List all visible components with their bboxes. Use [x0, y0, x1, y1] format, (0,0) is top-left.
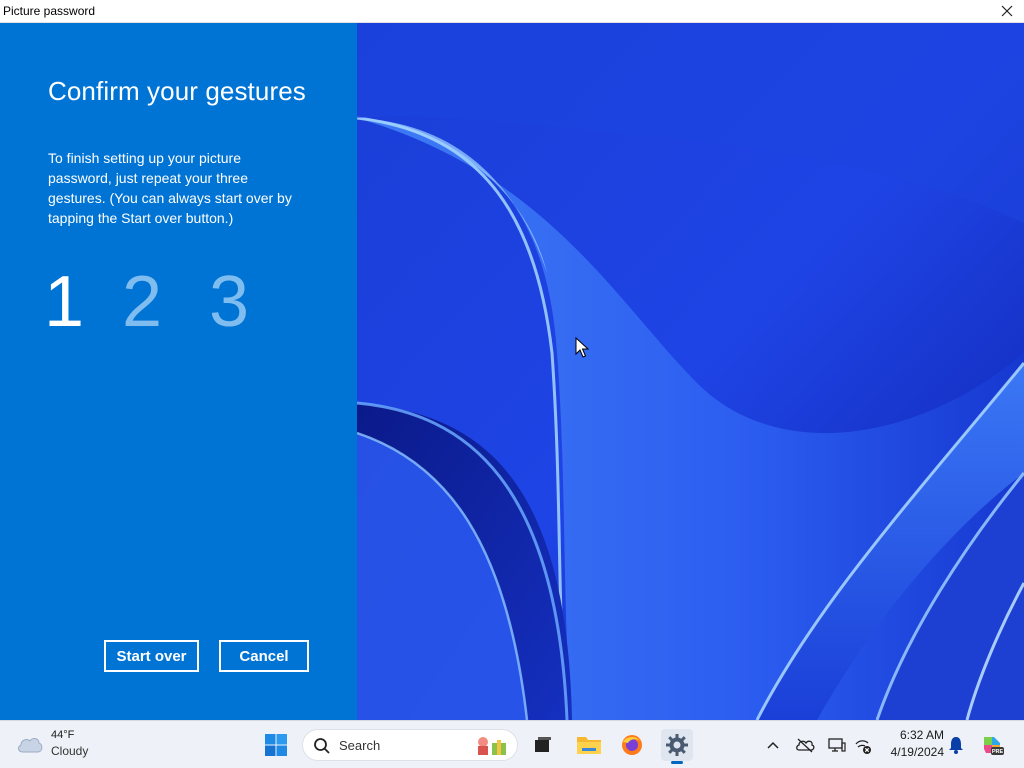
- search-icon: [314, 738, 330, 754]
- clock-time: 6:32 AM: [899, 728, 944, 742]
- gesture-number-1: 1: [44, 262, 85, 342]
- instructions-text: To finish setting up your picture passwo…: [48, 150, 292, 226]
- copilot-icon[interactable]: PRE: [980, 733, 1004, 757]
- wallpaper-image: [357, 23, 1024, 720]
- onedrive-offline-icon[interactable]: [795, 735, 815, 755]
- firefox-button[interactable]: [616, 729, 648, 761]
- folder-icon: [577, 737, 601, 754]
- search-highlight-icon: [478, 737, 506, 755]
- gear-icon: [666, 734, 688, 756]
- close-icon[interactable]: [998, 2, 1016, 20]
- clock-date: 4/19/2024: [890, 745, 944, 759]
- cloud-icon: [18, 738, 43, 753]
- network-disconnected-icon[interactable]: [853, 735, 873, 755]
- notification-bell-icon[interactable]: [946, 735, 966, 755]
- gesture-picture[interactable]: [357, 23, 1024, 720]
- search-placeholder: Search: [339, 738, 381, 753]
- firefox-icon: [622, 735, 642, 755]
- display-icon[interactable]: [827, 735, 847, 755]
- system-clock[interactable]: 6:32 AM 4/19/2024: [880, 727, 944, 761]
- file-explorer-button[interactable]: [573, 729, 605, 761]
- instruction-panel: Confirm your gestures To finish setting …: [0, 23, 357, 720]
- taskbar: 44°F Cloudy Search 6:32 AM 4/19/2024 PRE: [0, 720, 1024, 768]
- settings-button[interactable]: [661, 729, 693, 764]
- windows-icon: [265, 734, 287, 756]
- gesture-number-3: 3: [209, 262, 250, 342]
- weather-temperature: 44°F: [51, 729, 75, 741]
- gesture-number-2: 2: [122, 262, 163, 342]
- cancel-button[interactable]: Cancel: [219, 640, 309, 672]
- svg-text:PRE: PRE: [992, 749, 1004, 755]
- start-over-button[interactable]: Start over: [104, 640, 199, 672]
- start-button[interactable]: [260, 729, 292, 761]
- title-bar: Picture password: [0, 0, 1024, 23]
- mouse-cursor-icon: [575, 337, 589, 358]
- task-view-button[interactable]: [527, 729, 559, 761]
- active-app-indicator: [671, 761, 683, 764]
- taskbar-search[interactable]: Search: [302, 729, 518, 761]
- page-title: Confirm your gestures: [48, 76, 306, 106]
- window-title: Picture password: [3, 4, 96, 18]
- task-view-icon: [535, 737, 551, 752]
- weather-condition: Cloudy: [51, 744, 89, 758]
- chevron-up-icon[interactable]: [763, 735, 783, 755]
- weather-widget[interactable]: 44°F Cloudy: [16, 727, 116, 763]
